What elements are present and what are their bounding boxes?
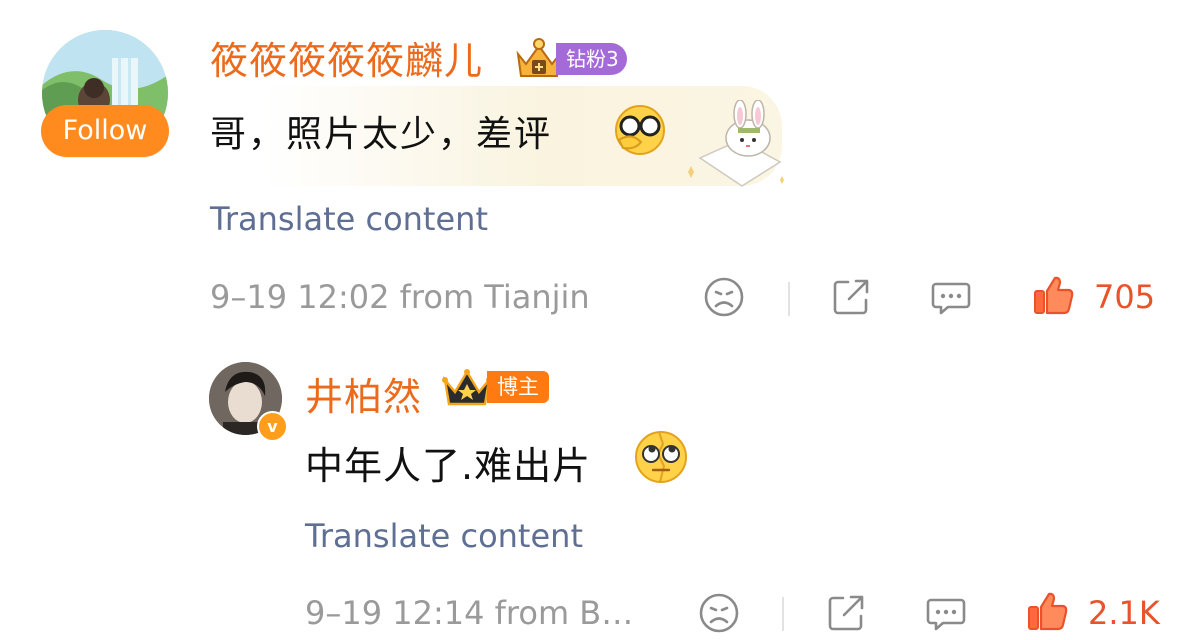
- dislike-face-icon[interactable]: [703, 276, 745, 318]
- follow-button[interactable]: Follow: [41, 105, 169, 157]
- reply-location: from B…: [494, 594, 634, 632]
- divider: [782, 597, 784, 631]
- share-icon[interactable]: [830, 276, 872, 318]
- verified-badge: v: [257, 411, 288, 442]
- blogger-badge: 博主: [487, 371, 549, 403]
- translate-link[interactable]: Translate content: [210, 200, 488, 238]
- comment-date: 9–19 12:02: [210, 278, 390, 316]
- share-icon[interactable]: [825, 592, 867, 634]
- like-count: 705: [1094, 278, 1156, 316]
- commenter-username[interactable]: 筱筱筱筱筱麟儿: [210, 30, 483, 85]
- like-count: 2.1K: [1088, 594, 1160, 632]
- like-icon[interactable]: [1027, 590, 1069, 632]
- divider: [788, 282, 790, 316]
- comment-icon[interactable]: [925, 592, 967, 634]
- blogger-crown-icon: [442, 369, 492, 406]
- comment-text: 哥，照片太少，差评: [210, 114, 553, 155]
- like-icon[interactable]: [1033, 274, 1075, 316]
- comment-location: from Tianjin: [399, 278, 590, 316]
- comment-meta: 9–19 12:02 from Tianjin: [210, 278, 590, 316]
- reply-text: 中年人了.难出片: [305, 444, 592, 488]
- reply-username[interactable]: 井柏然: [305, 366, 422, 421]
- eye-roll-face-icon: [635, 431, 687, 483]
- translate-link[interactable]: Translate content: [305, 517, 583, 555]
- glasses-face-icon: [615, 105, 665, 155]
- fan-level-badge: 钻粉3: [556, 43, 627, 75]
- reply-meta: 9–19 12:14 from B…: [305, 594, 633, 632]
- comment-icon[interactable]: [930, 276, 972, 318]
- bunny-sticker-icon: [688, 100, 784, 187]
- reply-date: 9–19 12:14: [305, 594, 485, 632]
- dislike-face-icon[interactable]: [698, 592, 740, 634]
